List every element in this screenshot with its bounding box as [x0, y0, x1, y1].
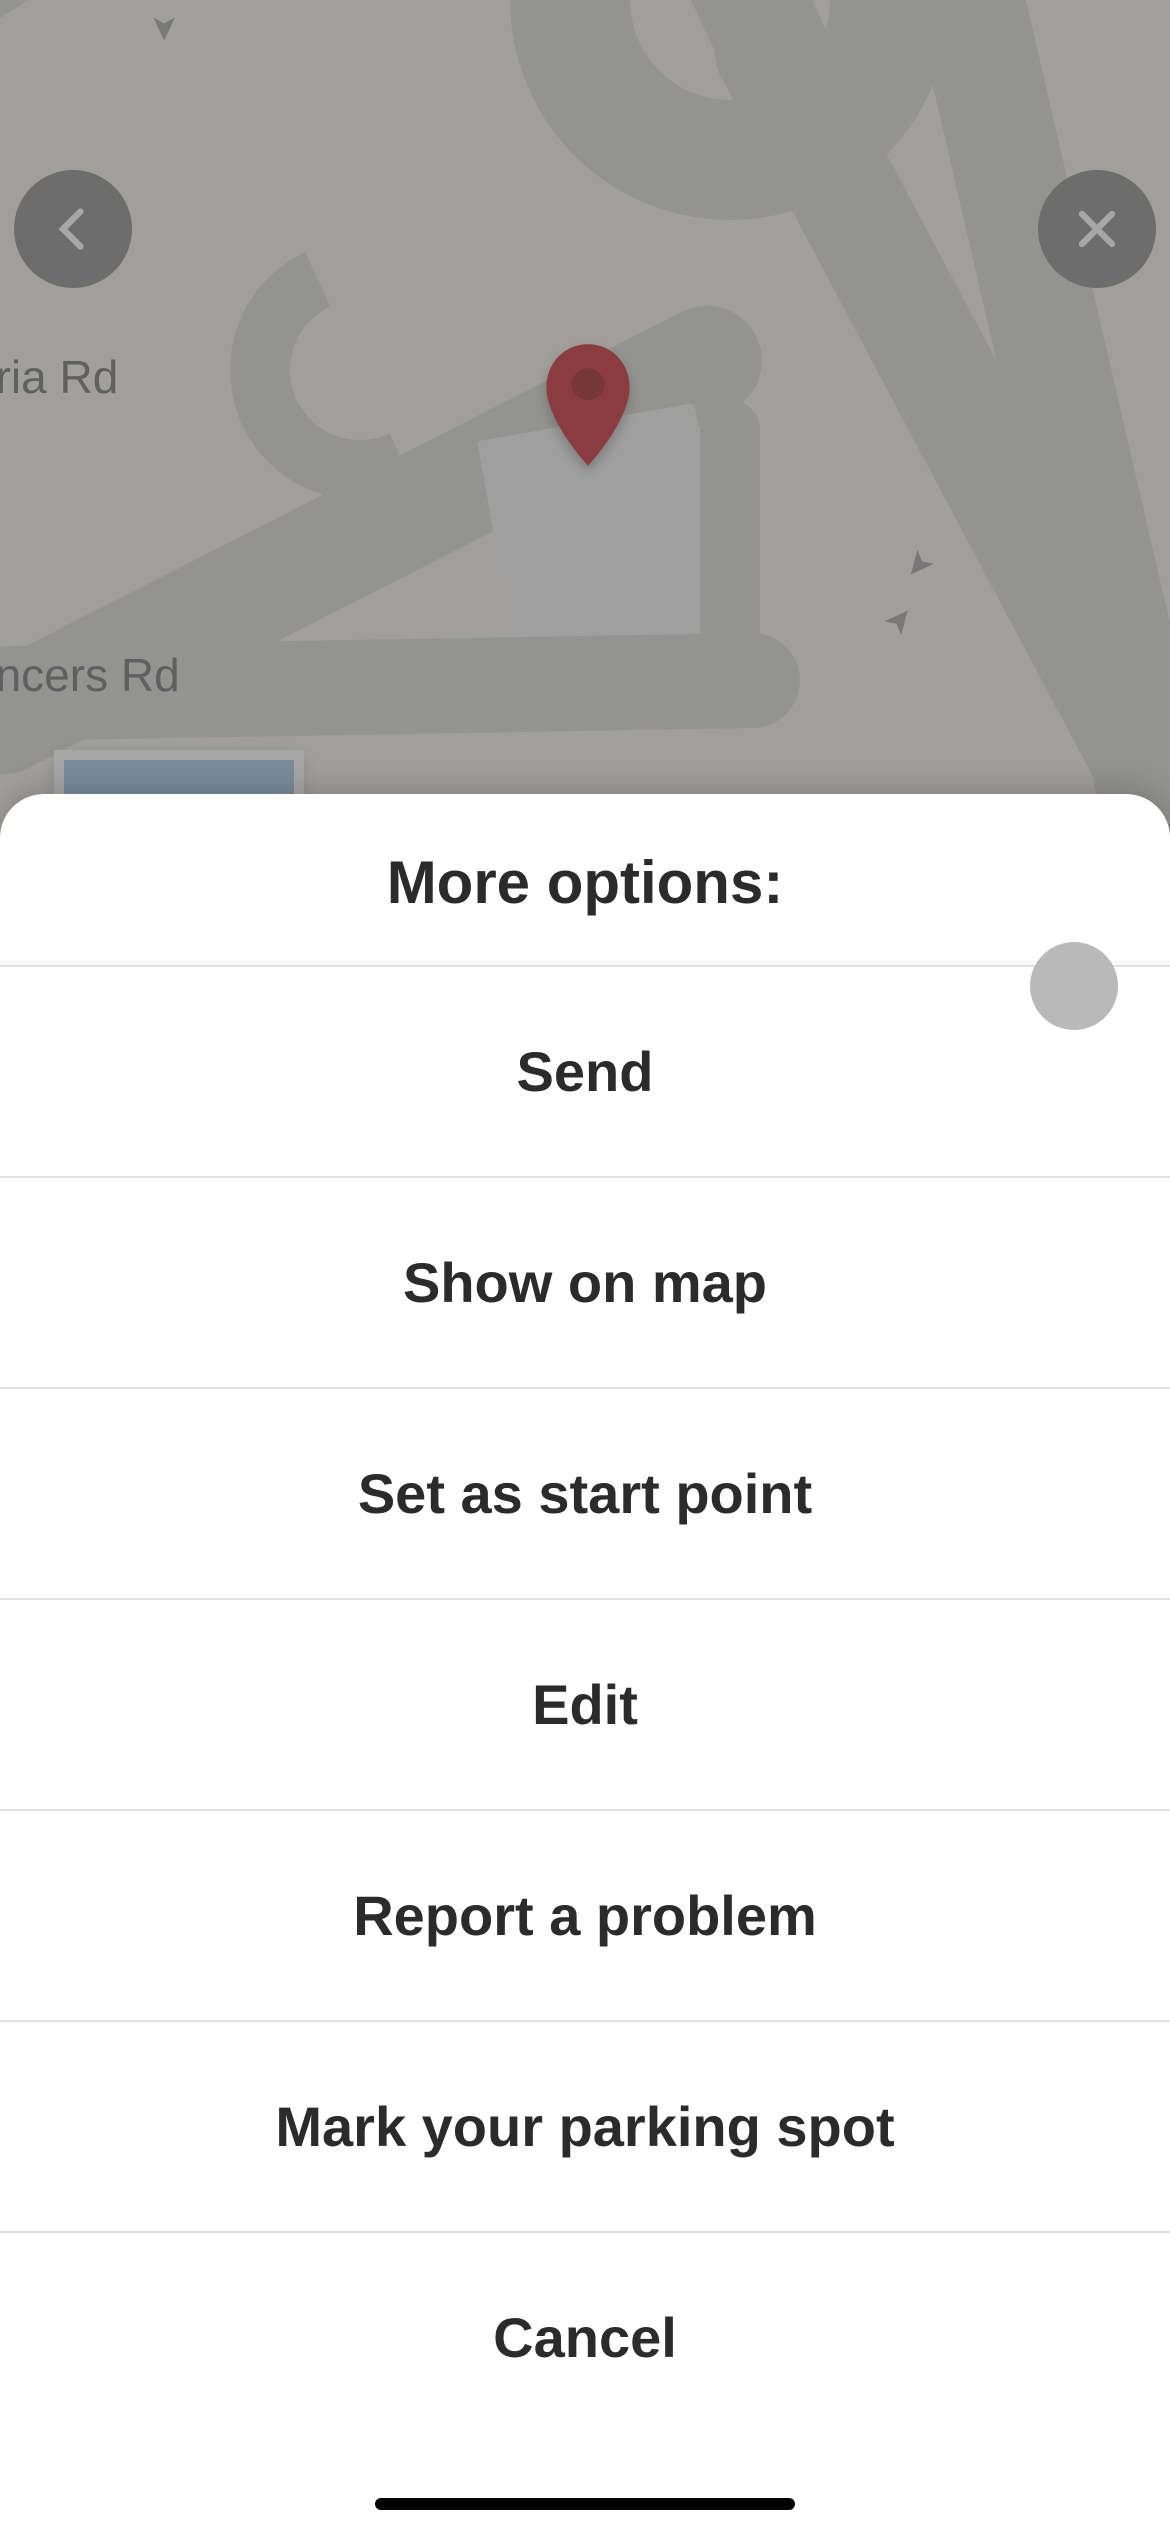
option-mark-parking[interactable]: Mark your parking spot — [0, 2022, 1170, 2233]
option-show-on-map[interactable]: Show on map — [0, 1178, 1170, 1389]
option-edit[interactable]: Edit — [0, 1600, 1170, 1811]
action-sheet: More options: Send Show on map Set as st… — [0, 794, 1170, 2532]
touch-indicator-icon — [1030, 942, 1118, 1030]
sheet-title: More options: — [0, 794, 1170, 967]
option-report-problem[interactable]: Report a problem — [0, 1811, 1170, 2022]
option-set-start-point[interactable]: Set as start point — [0, 1389, 1170, 1600]
option-send[interactable]: Send — [0, 967, 1170, 1178]
home-indicator — [375, 2498, 795, 2510]
option-cancel[interactable]: Cancel — [0, 2233, 1170, 2442]
